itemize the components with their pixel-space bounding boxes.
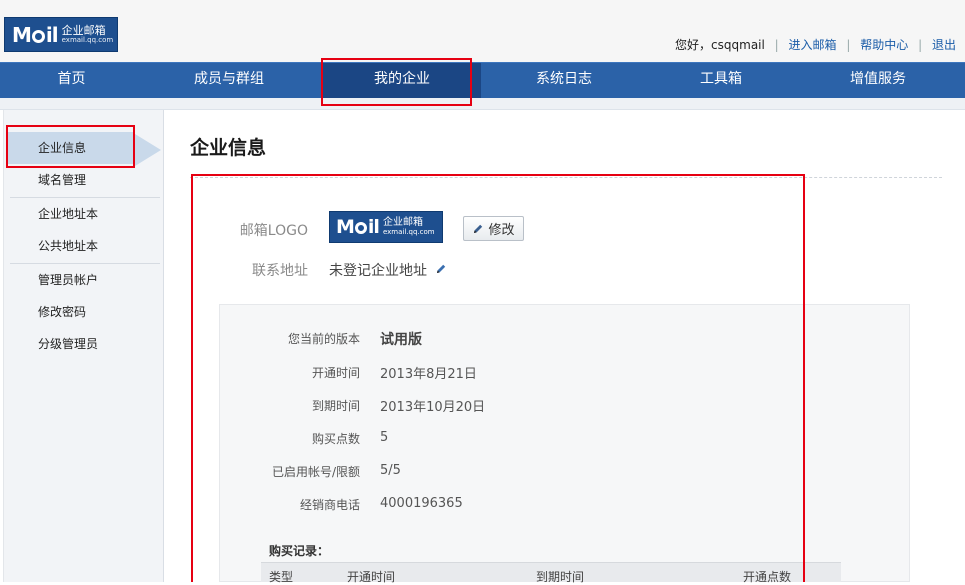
- page-title: 企业信息: [190, 137, 267, 159]
- highlight-box-nav: [321, 58, 472, 106]
- nav-toolbox[interactable]: 工具箱: [647, 63, 795, 98]
- active-item-arrow: [135, 134, 161, 166]
- nav-members-groups[interactable]: 成员与群组: [143, 63, 315, 98]
- exmail-logo[interactable]: Mil 企业邮箱 exmail.qq.com: [4, 17, 118, 52]
- main-nav: 首页 成员与群组 我的企业 系统日志 工具箱 增值服务: [0, 62, 965, 98]
- logout-link[interactable]: 退出: [932, 38, 956, 52]
- header: Mil 企业邮箱 exmail.qq.com 您好，csqqmail | 进入邮…: [0, 0, 965, 62]
- help-center-link[interactable]: 帮助中心: [860, 38, 908, 52]
- sidebar-item-domain-management[interactable]: 域名管理: [4, 164, 164, 196]
- sidebar-item-change-password[interactable]: 修改密码: [4, 296, 164, 328]
- sidebar-item-sub-admin[interactable]: 分级管理员: [4, 328, 164, 360]
- highlight-box-sidebar: [6, 125, 135, 168]
- enter-mailbox-link[interactable]: 进入邮箱: [789, 38, 837, 52]
- sidebar-item-public-addressbook[interactable]: 公共地址本: [4, 230, 164, 262]
- top-links: 您好，csqqmail | 进入邮箱 | 帮助中心 | 退出: [675, 38, 956, 52]
- sidebar-item-admin-account[interactable]: 管理员帐户: [4, 264, 164, 296]
- nav-shadow-strip: [0, 98, 965, 110]
- nav-value-added[interactable]: 增值服务: [795, 63, 961, 98]
- nav-home[interactable]: 首页: [0, 63, 143, 98]
- highlight-box-content: [191, 174, 805, 582]
- sidebar-item-enterprise-addressbook[interactable]: 企业地址本: [4, 198, 164, 230]
- sidebar: 企业信息 域名管理 企业地址本 公共地址本 管理员帐户 修改密码 分级管理员: [3, 110, 164, 582]
- greeting-text: 您好，: [675, 38, 712, 52]
- username: csqqmail: [711, 38, 765, 52]
- nav-system-log[interactable]: 系统日志: [481, 63, 647, 98]
